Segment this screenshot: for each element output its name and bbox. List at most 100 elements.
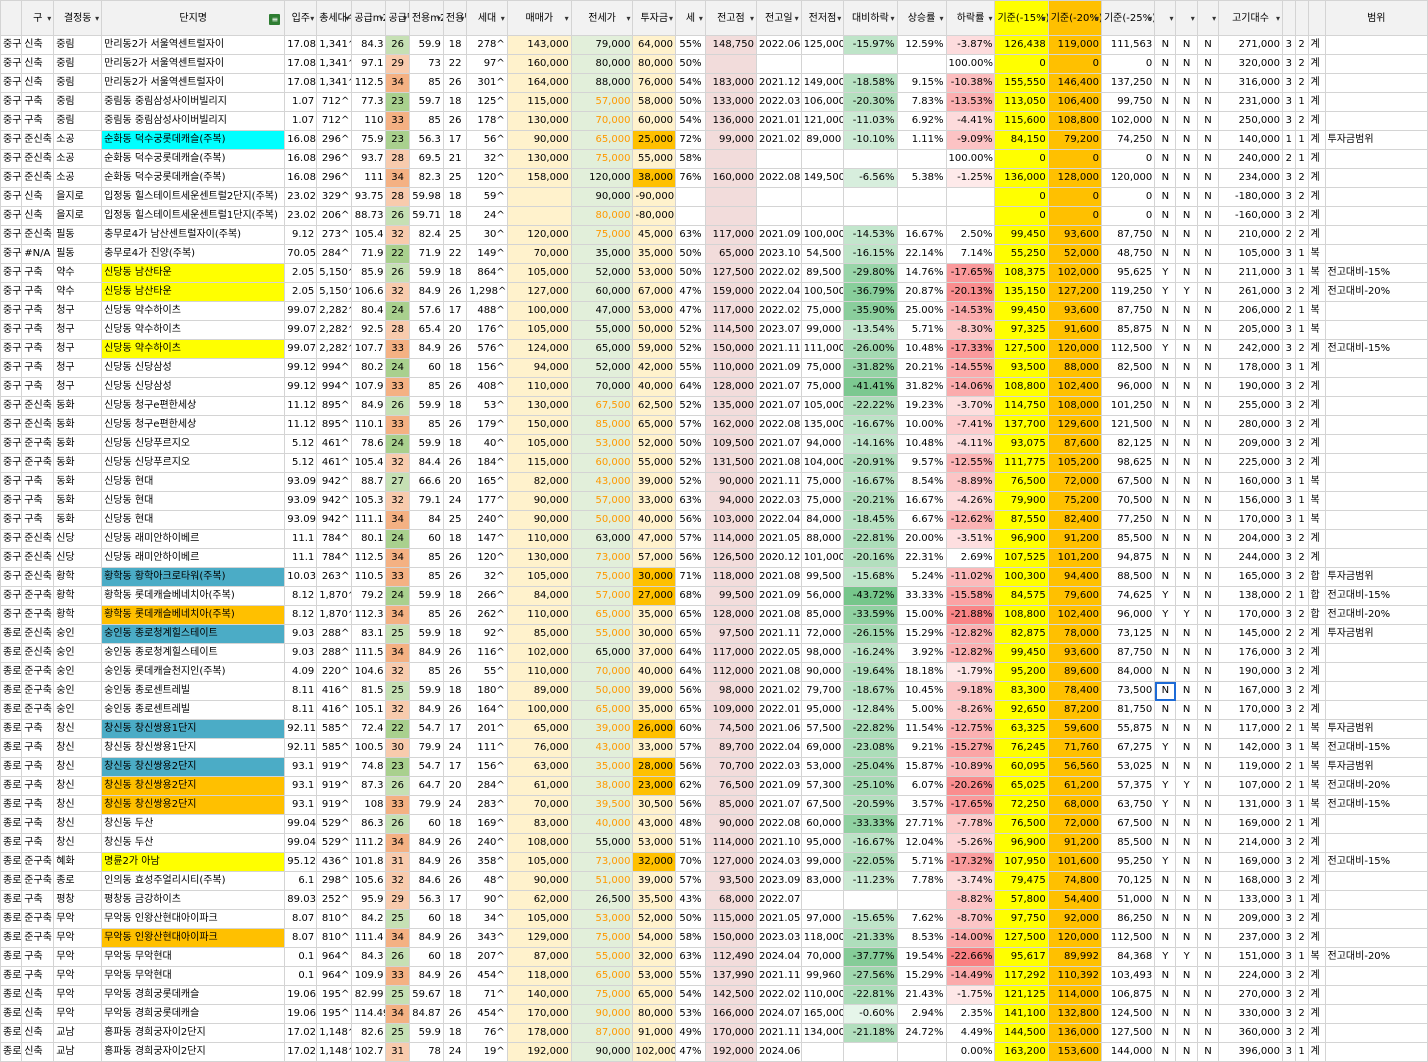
table-cell[interactable]: 102.7 (351, 1042, 387, 1062)
table-cell[interactable]: 105,000 (506, 434, 572, 454)
filter-dropdown-icon[interactable]: ▾ (460, 13, 464, 24)
table-cell[interactable]: 2 (1294, 1023, 1309, 1043)
table-cell[interactable]: 32 (385, 700, 410, 720)
table-cell[interactable]: N (1196, 719, 1220, 739)
table-cell[interactable]: 1.07 (284, 111, 318, 131)
table-cell[interactable]: 252^ (316, 890, 353, 910)
table-cell[interactable]: 만리동2가 서울역센트럴자이 (101, 73, 286, 93)
table-cell[interactable]: 중구 (0, 206, 23, 226)
table-cell[interactable]: 116^ (466, 643, 508, 663)
table-cell[interactable]: 2.50% (945, 225, 996, 245)
table-cell[interactable]: 255,000 (1218, 396, 1283, 416)
table-cell[interactable]: 2023.07. (755, 320, 802, 340)
table-cell[interactable]: N (1196, 700, 1220, 720)
table-cell[interactable]: 계 (1307, 681, 1326, 701)
table-cell[interactable]: 22 (442, 244, 468, 264)
table-cell[interactable]: 58% (675, 928, 706, 948)
table-cell[interactable]: 111.4 (351, 928, 387, 948)
column-header-28[interactable] (1281, 0, 1296, 36)
table-cell[interactable] (1324, 662, 1428, 682)
table-cell[interactable]: 복 (1307, 795, 1326, 815)
table-cell[interactable]: 70,125 (1100, 871, 1156, 891)
table-cell[interactable]: 52,000 (570, 358, 634, 378)
table-cell[interactable]: 투자금범위 (1324, 567, 1428, 587)
table-cell[interactable]: 53,000 (632, 833, 677, 853)
table-cell[interactable]: 18 (442, 586, 468, 606)
table-cell[interactable]: 47,000 (570, 301, 634, 321)
table-cell[interactable]: 종로 (0, 662, 23, 682)
table-cell[interactable]: 45,000 (632, 225, 677, 245)
table-cell[interactable]: 65,000 (570, 700, 634, 720)
table-cell[interactable]: 88,000 (800, 529, 845, 549)
table-cell[interactable]: 90,000 (506, 871, 572, 891)
table-cell[interactable]: 복 (1307, 947, 1326, 967)
table-cell[interactable]: 111.5 (351, 643, 387, 663)
table-cell[interactable]: 계 (1307, 871, 1326, 891)
table-cell[interactable]: 계 (1307, 377, 1326, 397)
table-cell[interactable]: 중구 (0, 358, 23, 378)
table-cell[interactable]: 2 (1294, 54, 1309, 74)
table-cell[interactable]: 919^ (316, 776, 353, 796)
table-cell[interactable]: 67,275 (1100, 738, 1156, 758)
table-cell[interactable]: 중구 (0, 548, 23, 568)
table-cell[interactable]: N (1175, 586, 1198, 606)
table-cell[interactable]: 1,870^ (316, 586, 353, 606)
table-cell[interactable]: -11.23% (843, 871, 898, 891)
table-cell[interactable]: 240^ (466, 510, 508, 530)
table-cell[interactable]: 271,000 (1218, 35, 1283, 55)
table-cell[interactable]: 황학동 황학아크로타워(주복) (101, 567, 286, 587)
table-cell[interactable]: 투자금범위 (1324, 757, 1428, 777)
table-cell[interactable]: N (1175, 814, 1198, 834)
table-cell[interactable]: 2 (1294, 624, 1309, 644)
table-cell[interactable]: N (1154, 624, 1177, 644)
table-cell[interactable]: 209,000 (1218, 909, 1283, 929)
table-cell[interactable]: 60% (675, 719, 706, 739)
table-cell[interactable]: 149,000 (800, 73, 845, 93)
table-cell[interactable]: 50% (675, 434, 706, 454)
table-cell[interactable]: 79.2 (351, 586, 387, 606)
table-cell[interactable]: 신당동 남산타운 (101, 263, 286, 283)
table-cell[interactable]: 전고대비-15% (1324, 795, 1428, 815)
table-cell[interactable]: 100,000 (800, 225, 845, 245)
table-cell[interactable]: 24 (442, 491, 468, 511)
table-cell[interactable]: 895^ (316, 396, 353, 416)
table-cell[interactable]: 70,000 (506, 795, 572, 815)
table-cell[interactable]: 64% (675, 377, 706, 397)
table-cell[interactable]: 135,150 (994, 282, 1049, 302)
table-cell[interactable]: 85 (408, 605, 444, 625)
table-cell[interactable]: 구축 (21, 92, 55, 112)
table-cell[interactable]: 169,000 (1218, 852, 1283, 872)
table-cell[interactable]: 91,600 (1047, 320, 1102, 340)
table-cell[interactable]: 93.1 (284, 795, 318, 815)
table-cell[interactable]: -14.06% (945, 377, 996, 397)
table-cell[interactable]: 51,000 (570, 871, 634, 891)
table-cell[interactable]: 50% (675, 909, 706, 929)
table-cell[interactable]: 계 (1307, 909, 1326, 929)
table-cell[interactable] (1324, 377, 1428, 397)
table-cell[interactable]: 105.6 (351, 871, 387, 891)
table-cell[interactable]: 15.00% (896, 605, 947, 625)
table-cell[interactable]: 47% (675, 282, 706, 302)
table-cell[interactable]: 23.02 (284, 206, 318, 226)
table-cell[interactable]: 1 (1294, 491, 1309, 511)
table-cell[interactable]: 89,500 (800, 263, 845, 283)
table-cell[interactable]: N (1175, 54, 1198, 74)
table-cell[interactable]: -20.16% (843, 548, 898, 568)
table-cell[interactable]: 107,950 (994, 852, 1049, 872)
table-cell[interactable]: 중구 (0, 510, 23, 530)
table-cell[interactable]: 34 (385, 643, 410, 663)
table-cell[interactable]: N (1175, 73, 1198, 93)
table-cell[interactable]: 112,000 (704, 662, 757, 682)
table-cell[interactable]: N (1154, 396, 1177, 416)
table-cell[interactable]: 55,000 (570, 833, 634, 853)
table-cell[interactable]: 26 (442, 871, 468, 891)
table-cell[interactable]: 창신 (53, 814, 103, 834)
table-cell[interactable]: 68% (675, 586, 706, 606)
table-cell[interactable]: 30,500 (632, 795, 677, 815)
table-cell[interactable]: 110,000 (506, 377, 572, 397)
table-cell[interactable]: 266^ (466, 586, 508, 606)
table-cell[interactable]: 288^ (316, 624, 353, 644)
table-cell[interactable]: 2021.10. (755, 833, 802, 853)
table-cell[interactable] (1324, 54, 1428, 74)
table-cell[interactable]: 130,000 (506, 149, 572, 169)
